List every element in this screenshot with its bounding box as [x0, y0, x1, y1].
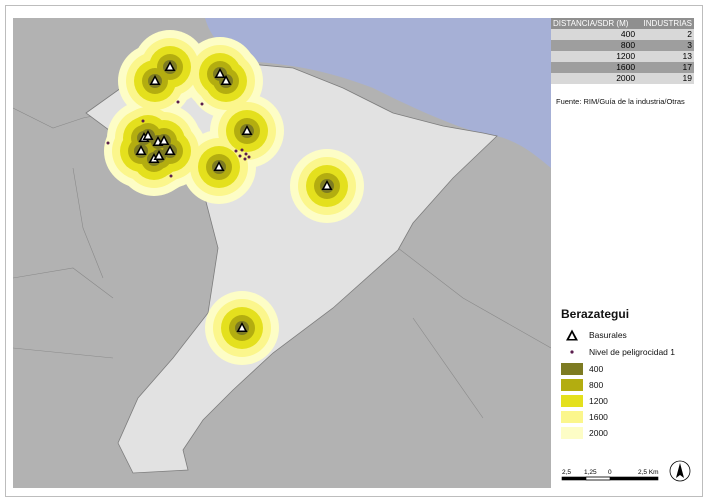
industries-cell: 17: [637, 62, 694, 73]
scale-label: 2,5: [562, 469, 571, 476]
peligrosidad-dot: [141, 119, 145, 123]
industries-cell: 13: [637, 51, 694, 62]
swatch-400: [561, 363, 583, 375]
scale-label: 2,5 Km: [638, 469, 659, 476]
swatch-1200: [561, 395, 583, 407]
triangle-icon: [566, 329, 578, 341]
peligrosidad-dot: [200, 102, 204, 106]
legend-label: 400: [589, 364, 604, 374]
peligrosidad-dot: [240, 148, 244, 152]
swatch-2000: [561, 427, 583, 439]
table-row: 1600 17: [551, 62, 694, 73]
legend-label: 800: [589, 380, 604, 390]
scale-label: 0: [608, 469, 612, 476]
peligrosidad-dot: [238, 154, 242, 158]
legend-label: 2000: [589, 428, 608, 438]
scale-label: 1,25: [584, 469, 597, 476]
header-industries: INDUSTRIAS: [637, 18, 694, 29]
legend-title: Berazategui: [561, 307, 630, 321]
map-canvas: [13, 18, 551, 488]
distance-cell: 1200: [551, 51, 638, 62]
peligrosidad-dot: [234, 149, 238, 153]
table-row: 800 3: [551, 40, 694, 51]
distance-industries-table: DISTANCIA/SDR (M) INDUSTRIAS 400 2 800 3…: [551, 18, 694, 84]
dot-icon: [570, 350, 574, 354]
distance-cell: 400: [551, 29, 638, 40]
legend-label: Basurales: [589, 330, 627, 340]
side-panel: DISTANCIA/SDR (M) INDUSTRIAS 400 2 800 3…: [551, 18, 694, 488]
table-row: 1200 13: [551, 51, 694, 62]
peligrosidad-dot: [169, 174, 173, 178]
legend-label: Nivel de peligrocidad 1: [589, 347, 675, 357]
industries-cell: 3: [637, 40, 694, 51]
distance-cell: 800: [551, 40, 638, 51]
table-row: 400 2: [551, 29, 694, 40]
peligrosidad-dot: [247, 155, 251, 159]
scale-bar: 2,5 1,25 0 2,5 Km: [561, 469, 659, 481]
table-row: 2000 19: [551, 73, 694, 84]
industries-cell: 2: [637, 29, 694, 40]
peligrosidad-dot: [243, 157, 247, 161]
swatch-800: [561, 379, 583, 391]
north-arrow-icon: [669, 460, 691, 482]
industries-cell: 19: [637, 73, 694, 84]
distance-cell: 2000: [551, 73, 638, 84]
swatch-1600: [561, 411, 583, 423]
table-header-row: DISTANCIA/SDR (M) INDUSTRIAS: [551, 18, 694, 29]
legend-label: 1600: [589, 412, 608, 422]
source-note: Fuente: RIM/Guía de la industria/Otras: [556, 97, 685, 106]
peligrosidad-dot: [106, 141, 110, 145]
peligrosidad-dot: [176, 100, 180, 104]
header-distance: DISTANCIA/SDR (M): [551, 18, 638, 29]
peligrosidad-dot: [244, 152, 248, 156]
legend-label: 1200: [589, 396, 608, 406]
distance-cell: 1600: [551, 62, 638, 73]
